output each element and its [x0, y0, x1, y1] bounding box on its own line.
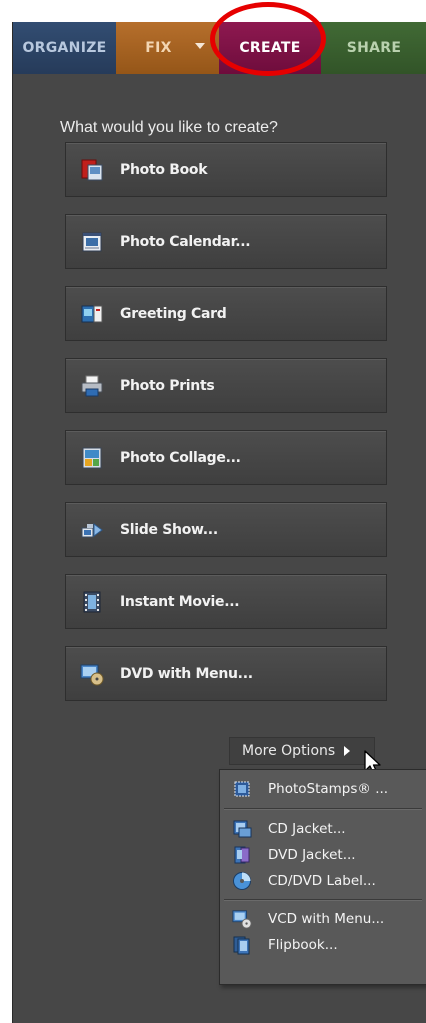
photo-book-label: Photo Book	[120, 161, 208, 178]
menu-item-cd-dvd-label-label: CD/DVD Label...	[268, 873, 376, 889]
menu-item-flipbook[interactable]: Flipbook...	[220, 932, 426, 958]
instant-movie-label: Instant Movie...	[120, 593, 240, 610]
photo-calendar-label: Photo Calendar...	[120, 233, 251, 250]
photo-collage-label: Photo Collage...	[120, 449, 241, 466]
more-options-label: More Options	[242, 743, 336, 759]
menu-separator	[224, 808, 422, 810]
dvd-with-menu-button[interactable]: DVD with Menu...	[65, 646, 387, 701]
menu-item-vcd-with-menu-label: VCD with Menu...	[268, 911, 385, 927]
photo-book-icon	[80, 158, 104, 182]
menu-item-flipbook-label: Flipbook...	[268, 937, 338, 953]
greeting-card-label: Greeting Card	[120, 305, 227, 322]
menu-item-cd-dvd-label[interactable]: CD/DVD Label...	[220, 868, 426, 894]
disc-label-icon	[232, 871, 252, 891]
menu-item-dvd-jacket-label: DVD Jacket...	[268, 847, 356, 863]
tab-share-label: SHARE	[346, 40, 402, 56]
tab-organize-label: ORGANIZE	[22, 40, 107, 56]
cd-jacket-icon	[232, 819, 252, 839]
menu-item-cd-jacket-label: CD Jacket...	[268, 821, 346, 837]
tab-fix[interactable]: FIX	[116, 22, 219, 74]
menu-separator	[224, 899, 422, 901]
photo-collage-button[interactable]: Photo Collage...	[65, 430, 387, 485]
dvd-jacket-icon	[232, 845, 252, 865]
flipbook-icon	[232, 935, 252, 955]
menu-item-cd-jacket[interactable]: CD Jacket...	[220, 816, 426, 842]
create-prompt: What would you like to create?	[60, 119, 278, 136]
calendar-icon	[80, 230, 104, 254]
dvd-menu-icon	[80, 662, 104, 686]
tab-fix-label: FIX	[145, 40, 172, 56]
menu-item-vcd-with-menu[interactable]: VCD with Menu...	[220, 906, 426, 932]
menu-item-photostamps-label: PhotoStamps® ...	[268, 781, 389, 797]
tab-organize[interactable]: ORGANIZE	[13, 22, 116, 74]
printer-icon	[80, 374, 104, 398]
greeting-card-icon	[80, 302, 104, 326]
vcd-menu-icon	[232, 909, 252, 929]
more-options-button[interactable]: More Options	[229, 737, 375, 765]
slideshow-icon	[80, 518, 104, 542]
create-panel: ORGANIZE FIX CREATE SHARE What would you…	[12, 22, 426, 1023]
annotation-circle	[210, 2, 326, 76]
more-options-menu: PhotoStamps® ... CD Jacket... DVD Jacket…	[219, 769, 426, 985]
photo-prints-button[interactable]: Photo Prints	[65, 358, 387, 413]
chevron-right-icon	[344, 746, 351, 756]
stamp-icon	[232, 779, 252, 799]
chevron-down-icon[interactable]	[195, 43, 205, 49]
photo-calendar-button[interactable]: Photo Calendar...	[65, 214, 387, 269]
photo-book-button[interactable]: Photo Book	[65, 142, 387, 197]
film-icon	[80, 590, 104, 614]
collage-icon	[80, 446, 104, 470]
slide-show-button[interactable]: Slide Show...	[65, 502, 387, 557]
dvd-with-menu-label: DVD with Menu...	[120, 665, 253, 682]
photo-prints-label: Photo Prints	[120, 377, 215, 394]
slide-show-label: Slide Show...	[120, 521, 218, 538]
menu-item-dvd-jacket[interactable]: DVD Jacket...	[220, 842, 426, 868]
instant-movie-button[interactable]: Instant Movie...	[65, 574, 387, 629]
menu-item-photostamps[interactable]: PhotoStamps® ...	[220, 776, 426, 802]
greeting-card-button[interactable]: Greeting Card	[65, 286, 387, 341]
tab-share[interactable]: SHARE	[321, 22, 426, 74]
